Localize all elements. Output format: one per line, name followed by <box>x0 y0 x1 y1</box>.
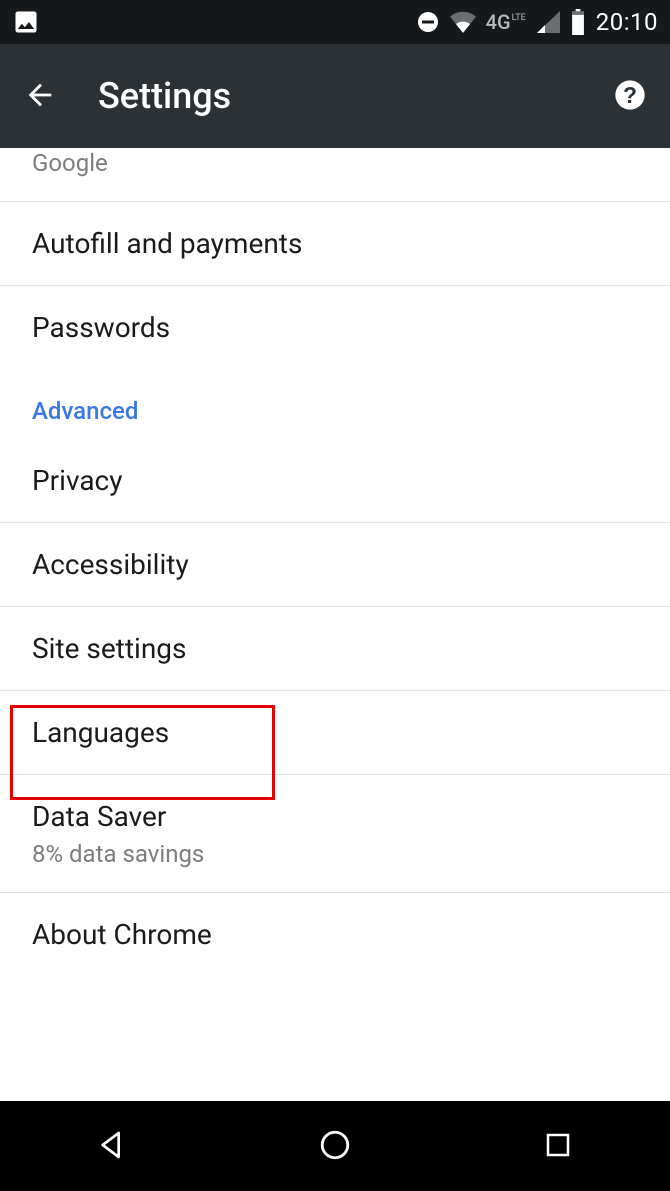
settings-content[interactable]: Search engine Google Autofill and paymen… <box>0 148 670 1101</box>
item-title: Languages <box>32 715 638 750</box>
help-button[interactable]: ? <box>610 76 650 116</box>
list-item-data-saver[interactable]: Data Saver 8% data savings <box>0 775 670 893</box>
item-title: Site settings <box>32 631 638 666</box>
network-type-label: 4G LTE <box>486 12 526 32</box>
network-lte-text: LTE <box>512 14 526 23</box>
item-subtitle: 8% data savings <box>32 840 638 868</box>
arrow-back-icon <box>23 78 57 115</box>
list-item-accessibility[interactable]: Accessibility <box>0 523 670 607</box>
list-item-site-settings[interactable]: Site settings <box>0 607 670 691</box>
nav-back-button[interactable] <box>82 1116 142 1176</box>
item-title: Autofill and payments <box>32 226 638 261</box>
nav-recent-button[interactable] <box>528 1116 588 1176</box>
triangle-back-icon <box>96 1129 128 1164</box>
item-title: About Chrome <box>32 917 638 952</box>
status-right: 4G LTE 20:10 <box>416 8 658 36</box>
square-recent-icon <box>543 1130 573 1163</box>
list-item-search-engine[interactable]: Search engine Google <box>0 148 670 202</box>
network-4g-text: 4G <box>486 12 511 32</box>
wifi-icon <box>450 11 476 33</box>
do-not-disturb-icon <box>416 10 440 34</box>
svg-text:?: ? <box>623 82 637 108</box>
nav-home-button[interactable] <box>305 1116 365 1176</box>
section-header-advanced: Advanced <box>0 369 670 439</box>
item-title: Data Saver <box>32 799 638 834</box>
back-button[interactable] <box>20 76 60 116</box>
battery-icon <box>570 9 586 35</box>
item-subtitle: Google <box>32 149 638 177</box>
list-item-privacy[interactable]: Privacy <box>0 439 670 523</box>
item-title: Passwords <box>32 310 638 345</box>
status-time: 20:10 <box>596 8 658 36</box>
page-title: Settings <box>98 75 231 117</box>
item-title: Privacy <box>32 463 638 498</box>
app-bar: Settings ? <box>0 44 670 148</box>
screen: 4G LTE 20:10 Settings ? <box>0 0 670 1191</box>
item-title: Accessibility <box>32 547 638 582</box>
list-item-passwords[interactable]: Passwords <box>0 286 670 369</box>
picture-icon <box>12 8 40 36</box>
status-left <box>12 8 40 36</box>
settings-list: Search engine Google Autofill and paymen… <box>0 148 670 976</box>
list-item-autofill[interactable]: Autofill and payments <box>0 202 670 286</box>
list-item-languages[interactable]: Languages <box>0 691 670 775</box>
cell-signal-icon <box>536 11 560 33</box>
status-bar: 4G LTE 20:10 <box>0 0 670 44</box>
list-item-about-chrome[interactable]: About Chrome <box>0 893 670 976</box>
circle-home-icon <box>318 1128 352 1165</box>
android-nav-bar <box>0 1101 670 1191</box>
help-icon: ? <box>614 79 646 114</box>
